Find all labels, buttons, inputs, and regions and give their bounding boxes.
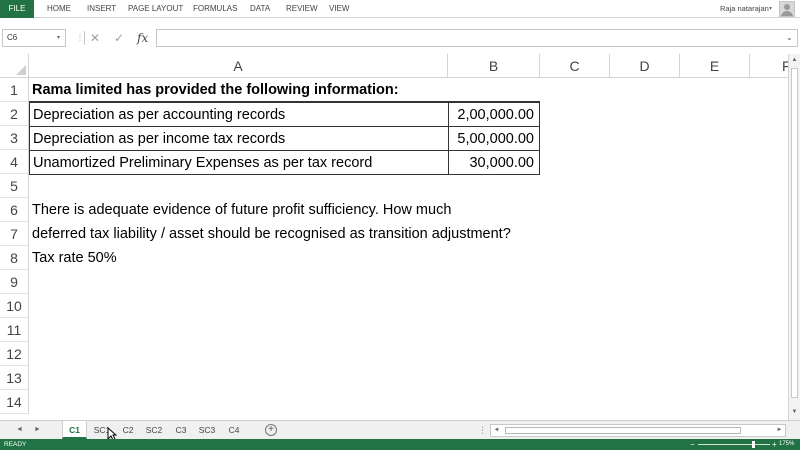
row-header-4[interactable]: 4 [0, 150, 29, 174]
column-header-e[interactable]: E [680, 54, 750, 78]
formula-bar: C6 ▾ ⋮ ✕ ✓ fx ⌄ [0, 28, 800, 49]
tab-data[interactable]: DATA [250, 0, 270, 18]
column-header-b[interactable]: B [448, 54, 540, 78]
select-all-button[interactable] [0, 54, 29, 78]
worksheet-grid[interactable]: A B C D E F 1 2 3 4 5 6 7 8 9 10 11 12 1… [0, 54, 800, 420]
user-menu-caret-icon[interactable]: ▾ [769, 0, 772, 18]
sheet-tab-c2[interactable]: C2 [117, 421, 139, 439]
vertical-scroll-thumb[interactable] [791, 68, 798, 398]
sheet-nav-prev-icon[interactable]: ◄ [16, 421, 23, 439]
scroll-up-icon[interactable]: ▲ [789, 54, 800, 66]
status-text: READY [4, 441, 27, 448]
user-name[interactable]: Raja natarajan [720, 0, 769, 18]
enter-icon[interactable]: ✓ [114, 29, 124, 47]
tab-home[interactable]: HOME [47, 0, 71, 18]
row-header-14[interactable]: 14 [0, 390, 29, 414]
column-header-a[interactable]: A [29, 54, 448, 78]
row-header-12[interactable]: 12 [0, 342, 29, 366]
cell-b4[interactable]: 30,000.00 [448, 150, 540, 175]
tab-insert[interactable]: INSERT [87, 0, 116, 18]
row-header-1[interactable]: 1 [0, 78, 29, 102]
zoom-out-icon[interactable]: − [690, 439, 695, 450]
avatar-head [784, 4, 790, 10]
tab-review[interactable]: REVIEW [286, 0, 318, 18]
select-all-icon [16, 65, 26, 75]
name-box-dropdown-icon[interactable]: ▾ [57, 29, 60, 47]
ribbon-tab-bar: FILE HOME INSERT PAGE LAYOUT FORMULAS DA… [0, 0, 800, 18]
row-header-7[interactable]: 7 [0, 222, 29, 246]
cancel-icon[interactable]: ✕ [90, 29, 100, 47]
sheet-tab-bar: ◄ ► C1 SC1 C2 SC2 C3 SC3 C4 + ⋮ ◄ ► [0, 420, 800, 439]
row-header-3[interactable]: 3 [0, 126, 29, 150]
file-tab[interactable]: FILE [0, 0, 34, 18]
row-header-10[interactable]: 10 [0, 294, 29, 318]
cell-b3[interactable]: 5,00,000.00 [448, 126, 540, 151]
scroll-left-icon[interactable]: ◄ [491, 425, 502, 436]
status-bar: READY − + 175% [0, 439, 800, 450]
zoom-slider-thumb[interactable] [752, 441, 755, 448]
tab-formulas[interactable]: FORMULAS [193, 0, 237, 18]
row-header-13[interactable]: 13 [0, 366, 29, 390]
avatar-shoulders [781, 11, 793, 16]
column-header-d[interactable]: D [610, 54, 680, 78]
scroll-down-icon[interactable]: ▼ [789, 406, 800, 418]
zoom-level[interactable]: 175% [779, 439, 794, 450]
sheet-tab-c4[interactable]: C4 [223, 421, 245, 439]
tab-page-layout[interactable]: PAGE LAYOUT [128, 0, 183, 18]
cell-a1[interactable]: Rama limited has provided the following … [29, 78, 540, 102]
horizontal-scrollbar[interactable]: ◄ ► [490, 424, 786, 437]
row-header-5[interactable]: 5 [0, 174, 29, 198]
cell-a6[interactable]: There is adequate evidence of future pro… [29, 198, 451, 222]
horizontal-scroll-thumb[interactable] [505, 427, 741, 434]
row-header-8[interactable]: 8 [0, 246, 29, 270]
sheet-tab-c3[interactable]: C3 [170, 421, 192, 439]
sheet-nav-next-icon[interactable]: ► [34, 421, 41, 439]
row-header-6[interactable]: 6 [0, 198, 29, 222]
sheet-tab-sc2[interactable]: SC2 [142, 421, 166, 439]
formula-bar-divider [84, 31, 85, 45]
zoom-in-icon[interactable]: + [772, 439, 777, 450]
tab-split-handle-icon[interactable]: ⋮ [478, 425, 487, 435]
formula-bar-grip-icon: ⋮ [76, 33, 84, 42]
cell-a7[interactable]: deferred tax liability / asset should be… [29, 222, 511, 246]
cell-a4[interactable]: Unamortized Preliminary Expenses as per … [29, 150, 449, 175]
vertical-scrollbar[interactable]: ▲ ▼ [788, 54, 800, 420]
column-header-c[interactable]: C [540, 54, 610, 78]
cell-b2[interactable]: 2,00,000.00 [448, 102, 540, 127]
add-sheet-icon[interactable]: + [265, 424, 277, 436]
sheet-tab-sc3[interactable]: SC3 [195, 421, 219, 439]
user-avatar-icon[interactable] [779, 1, 795, 17]
row-header-11[interactable]: 11 [0, 318, 29, 342]
formula-input[interactable] [156, 29, 798, 47]
cell-a2[interactable]: Depreciation as per accounting records [29, 102, 449, 127]
tab-view[interactable]: VIEW [329, 0, 349, 18]
zoom-slider[interactable] [698, 444, 770, 445]
cell-a3[interactable]: Depreciation as per income tax records [29, 126, 449, 151]
scroll-right-icon[interactable]: ► [774, 425, 785, 436]
sheet-tab-c1[interactable]: C1 [62, 421, 87, 439]
row-header-9[interactable]: 9 [0, 270, 29, 294]
cell-a8[interactable]: Tax rate 50% [29, 246, 117, 270]
expand-formula-bar-icon[interactable]: ⌄ [786, 29, 793, 47]
row-header-2[interactable]: 2 [0, 102, 29, 126]
insert-function-icon[interactable]: fx [137, 29, 148, 47]
